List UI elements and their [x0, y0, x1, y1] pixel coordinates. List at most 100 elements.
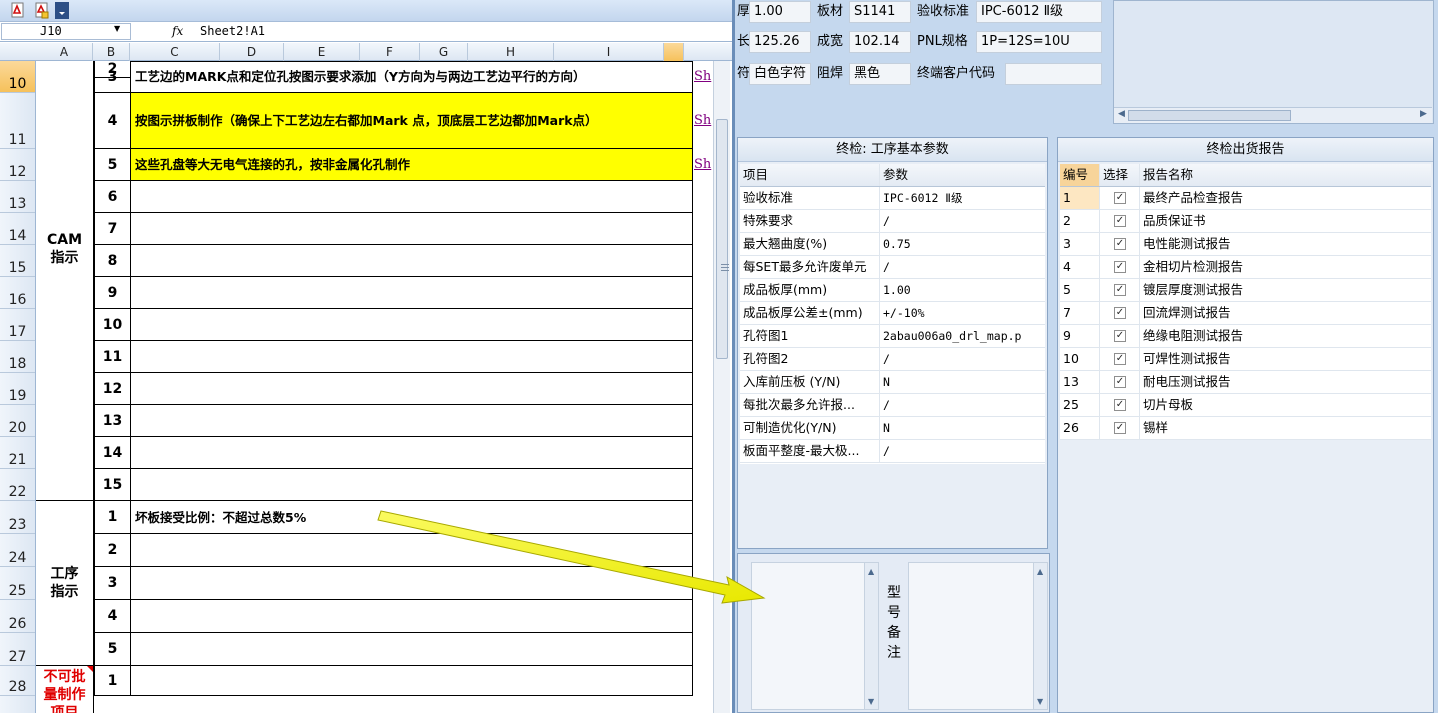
instruction-cell[interactable]: [131, 213, 693, 245]
row-number-cell[interactable]: 14: [94, 437, 131, 469]
column-header[interactable]: F: [360, 43, 420, 61]
width-field[interactable]: 102.14: [849, 31, 911, 53]
report-row[interactable]: 2 ✓ 品质保证书: [1060, 210, 1431, 233]
report-row[interactable]: 7 ✓ 回流焊测试报告: [1060, 302, 1431, 325]
row-header[interactable]: 12: [0, 149, 35, 181]
param-value[interactable]: 0.75: [880, 233, 1030, 255]
scroll-right-icon[interactable]: ▶: [1420, 109, 1427, 119]
pdf-settings-icon[interactable]: [33, 2, 50, 19]
memo-left-scrollbar[interactable]: ▲ ▼: [864, 563, 878, 709]
scroll-up-icon[interactable]: ▲: [868, 567, 874, 576]
report-checkbox[interactable]: ✓: [1114, 399, 1126, 411]
scroll-down-icon[interactable]: ▼: [1037, 697, 1043, 706]
scroll-thumb[interactable]: [716, 119, 729, 359]
name-box[interactable]: J10: [1, 23, 131, 40]
chevron-down-icon[interactable]: ▼: [114, 24, 120, 33]
column-header[interactable]: B: [93, 43, 130, 61]
preview-horizontal-scrollbar[interactable]: ◀ ▶: [1114, 107, 1432, 123]
instruction-cell[interactable]: [131, 309, 693, 341]
param-value[interactable]: /: [880, 440, 1030, 462]
report-checkbox[interactable]: ✓: [1114, 376, 1126, 388]
params-row[interactable]: 每批次最多允许报... /: [740, 394, 1045, 417]
col-no-header[interactable]: 编号: [1060, 164, 1100, 186]
sheet-link[interactable]: Sh: [694, 61, 713, 93]
instruction-cell[interactable]: [131, 341, 693, 373]
row-number-cell[interactable]: 12: [94, 373, 131, 405]
row-header[interactable]: 28: [0, 666, 35, 696]
mask-field[interactable]: 黑色: [849, 63, 911, 85]
column-header[interactable]: I: [554, 43, 664, 61]
sheet-vertical-scrollbar[interactable]: [713, 61, 730, 713]
instruction-cell[interactable]: 坏板接受比例：不超过总数5%: [131, 501, 693, 534]
instruction-cell[interactable]: 这些孔盘等大无电气连接的孔，按非金属化孔制作: [131, 149, 693, 181]
column-header[interactable]: G: [420, 43, 468, 61]
row-number-cell[interactable]: 5: [94, 633, 131, 666]
instruction-cell[interactable]: [131, 633, 693, 666]
instruction-cell[interactable]: [131, 405, 693, 437]
row-header[interactable]: 18: [0, 341, 35, 373]
instruction-cell[interactable]: [131, 534, 693, 567]
column-header[interactable]: D: [220, 43, 284, 61]
row-number-cell[interactable]: 8: [94, 245, 131, 277]
row-header[interactable]: 26: [0, 600, 35, 633]
report-row[interactable]: 10 ✓ 可焊性测试报告: [1060, 348, 1431, 371]
standard-field[interactable]: IPC-6012 Ⅱ级: [976, 1, 1102, 23]
pnl-field[interactable]: 1P=12S=10U: [976, 31, 1102, 53]
row-number-cell[interactable]: 2: [94, 61, 131, 78]
thickness-field[interactable]: 1.00: [749, 1, 811, 23]
col-name-header[interactable]: 报告名称: [1140, 164, 1431, 186]
col-item-header[interactable]: 项目: [740, 164, 880, 186]
group-cam[interactable]: CAM 指示: [36, 61, 94, 501]
row-header[interactable]: 24: [0, 534, 35, 567]
model-memo-scrollbar[interactable]: ▲ ▼: [1033, 563, 1047, 709]
param-value[interactable]: 1.00: [880, 279, 1030, 301]
col-select-header[interactable]: 选择: [1100, 164, 1140, 186]
report-row[interactable]: 3 ✓ 电性能测试报告: [1060, 233, 1431, 256]
row-header[interactable]: 10: [0, 61, 35, 93]
pdf-export-icon[interactable]: [9, 2, 26, 19]
column-header[interactable]: A: [36, 43, 93, 61]
row-header[interactable]: 22: [0, 469, 35, 501]
instruction-cell[interactable]: [131, 277, 693, 309]
row-number-cell[interactable]: 9: [94, 277, 131, 309]
row-number-cell[interactable]: 6: [94, 181, 131, 213]
row-header[interactable]: 19: [0, 373, 35, 405]
params-row[interactable]: 孔符图2/: [740, 348, 1045, 371]
length-field[interactable]: 125.26: [749, 31, 811, 53]
report-row[interactable]: 26 ✓ 锡样: [1060, 417, 1431, 440]
row-number-cell[interactable]: 1: [94, 666, 131, 696]
row-number-cell[interactable]: 15: [94, 469, 131, 501]
params-row[interactable]: 入库前压板 (Y/N) N: [740, 371, 1045, 394]
formula-input[interactable]: Sheet2!A1: [190, 23, 730, 40]
param-value[interactable]: /: [880, 210, 1030, 232]
instruction-cell[interactable]: [131, 600, 693, 633]
param-value[interactable]: /: [880, 394, 1030, 416]
param-value[interactable]: N: [880, 417, 1030, 439]
instruction-cell[interactable]: [131, 61, 693, 62]
report-checkbox[interactable]: ✓: [1114, 284, 1126, 296]
row-header[interactable]: 13: [0, 181, 35, 213]
comment-indicator-icon[interactable]: [87, 666, 93, 672]
instruction-cell[interactable]: [131, 437, 693, 469]
sheet-link[interactable]: Sh: [694, 149, 713, 181]
row-header[interactable]: 20: [0, 405, 35, 437]
instruction-cell[interactable]: [131, 469, 693, 501]
report-checkbox[interactable]: ✓: [1114, 238, 1126, 250]
function-icon[interactable]: fx: [172, 24, 183, 38]
row-number-cell[interactable]: 7: [94, 213, 131, 245]
params-row[interactable]: 特殊要求 /: [740, 210, 1045, 233]
report-checkbox[interactable]: ✓: [1114, 353, 1126, 365]
param-value[interactable]: 2abau006a0_drl_map.p: [880, 325, 1030, 347]
scroll-thumb[interactable]: [1128, 110, 1291, 121]
row-header[interactable]: 23: [0, 501, 35, 534]
report-row[interactable]: 5 ✓ 镀层厚度测试报告: [1060, 279, 1431, 302]
param-value[interactable]: /: [880, 256, 1030, 278]
scroll-up-icon[interactable]: ▲: [1037, 567, 1043, 576]
param-value[interactable]: +/-10%: [880, 302, 1030, 324]
report-row[interactable]: 13 ✓ 耐电压测试报告: [1060, 371, 1431, 394]
column-header[interactable]: H: [468, 43, 554, 61]
row-header[interactable]: 16: [0, 277, 35, 309]
row-number-cell[interactable]: 1: [94, 501, 131, 534]
scroll-down-icon[interactable]: ▼: [868, 697, 874, 706]
param-value[interactable]: IPC-6012 Ⅱ级: [880, 187, 1030, 209]
